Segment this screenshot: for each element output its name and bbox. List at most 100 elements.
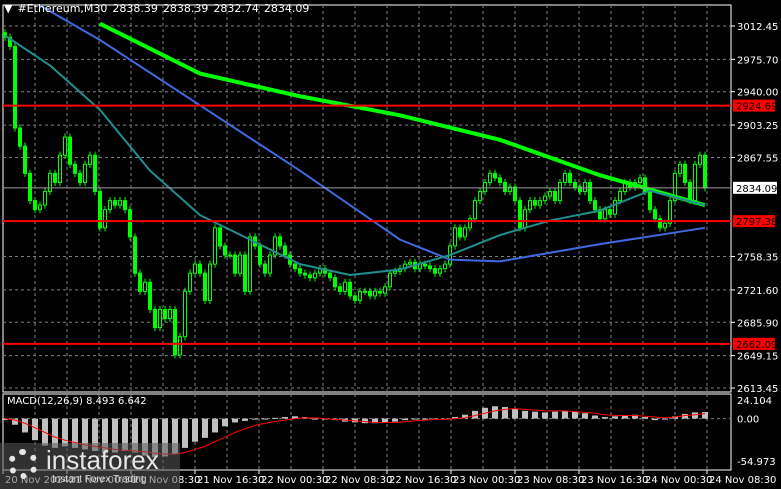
watermark-brand: instaforex (46, 445, 159, 475)
candle-bear (458, 227, 462, 238)
candle-bull (313, 272, 317, 279)
price-label: 3012.45 (737, 22, 778, 33)
macd-histogram-bar (382, 418, 388, 423)
candle-bear (338, 286, 342, 292)
candle-bear (308, 274, 312, 279)
candle-bull (388, 272, 392, 288)
candle-bear (133, 236, 137, 274)
symbol-label: #Ethereum,M30 (17, 2, 108, 15)
candle-bear (533, 200, 537, 206)
candle-bear (368, 290, 372, 297)
candle-bull (363, 290, 367, 293)
candle-bull (88, 154, 92, 165)
candle-bull (528, 200, 532, 211)
candle-bear (303, 272, 307, 276)
time-label: 23 Nov 08:30 (517, 475, 584, 486)
candle-bear (153, 308, 157, 329)
candle-bear (428, 265, 432, 270)
candle-bear (703, 154, 707, 189)
candle-bull (473, 200, 477, 220)
candle-bull (618, 191, 622, 202)
candle-bear (333, 277, 337, 288)
macd-histogram-bar (642, 417, 648, 419)
candle-bull (358, 290, 362, 301)
candle-bull (238, 254, 242, 274)
candle-bull (668, 200, 672, 224)
candle-bear (503, 181, 507, 193)
macd-histogram-bar (702, 412, 708, 419)
macd-histogram-bar (22, 418, 28, 433)
macd-histogram-bar (402, 418, 408, 421)
price-chart[interactable]: 20 Nov 202421 Nov 00:3021 Nov 08:3021 No… (0, 0, 781, 489)
macd-histogram-bar (552, 411, 558, 419)
macd-axis-label: 0.00 (737, 415, 759, 426)
candle-bull (383, 286, 387, 294)
candle-bear (233, 254, 237, 274)
candle-bear (23, 145, 27, 174)
candle-bear (223, 245, 227, 256)
candle-bull (583, 181, 587, 193)
candle-bear (278, 236, 282, 247)
candle-bull (603, 209, 607, 220)
candle-bull (373, 290, 377, 297)
price-label: 2903.25 (737, 121, 778, 132)
candle-bull (538, 200, 542, 206)
macd-histogram-bar (212, 418, 218, 433)
candle-bull (83, 163, 87, 183)
candle-bear (283, 245, 287, 256)
candle-bear (518, 200, 522, 229)
candle-bull (188, 272, 192, 292)
gear-logo-icon (8, 449, 38, 479)
candle-bear (173, 308, 177, 356)
time-label: 22 Nov 16:30 (389, 475, 456, 486)
candle-bull (213, 227, 217, 265)
candle-bull (168, 308, 172, 320)
candle-bear (378, 290, 382, 294)
candle-bull (693, 163, 697, 202)
macd-histogram-bar (412, 418, 418, 420)
macd-histogram-bar (312, 418, 318, 420)
candle-bull (38, 204, 42, 211)
high-value: 2838.39 (162, 2, 209, 15)
macd-histogram-bar (392, 418, 398, 422)
candle-bear (353, 295, 357, 301)
candle-bear (258, 245, 262, 265)
macd-histogram-bar (232, 418, 238, 423)
current-price-label: 2834.09 (736, 184, 777, 195)
macd-histogram-bar (522, 410, 528, 419)
close-value: 2834.09 (263, 2, 310, 15)
candle-bear (553, 191, 557, 202)
candle-bear (18, 127, 22, 147)
time-label: 24 Nov 08:30 (709, 475, 776, 486)
candle-bull (408, 261, 412, 265)
candle-bear (498, 177, 502, 183)
time-label: 23 Nov 16:30 (581, 475, 648, 486)
candle-bear (73, 163, 77, 174)
macd-histogram-bar (582, 413, 588, 419)
macd-histogram-bar (542, 412, 548, 419)
candle-bull (488, 172, 492, 183)
candle-bull (638, 177, 642, 183)
candle-bear (163, 308, 167, 320)
candle-bull (63, 136, 67, 156)
candle-bull (468, 218, 472, 229)
chart-header: ▼ #Ethereum,M30 2838.39 2838.39 2832.74 2834.… (4, 2, 314, 15)
candle-bull (613, 200, 617, 215)
candle-bear (198, 263, 202, 274)
candle-bear (218, 227, 222, 247)
candle-bull (178, 336, 182, 356)
candle-bull (563, 172, 567, 183)
candle-bull (543, 195, 547, 202)
candle-bear (263, 263, 267, 274)
price-label: 2649.15 (737, 352, 778, 363)
time-label: 24 Nov 00:30 (645, 475, 712, 486)
macd-histogram-bar (492, 406, 498, 419)
collapse-triangle-icon[interactable]: ▼ (4, 2, 12, 15)
macd-histogram-bar (32, 418, 38, 441)
candle-bull (228, 254, 232, 257)
candle-bull (523, 209, 527, 229)
macd-histogram-bar (222, 418, 228, 427)
watermark-tagline: Instant Forex Trading (52, 474, 147, 485)
level-price-label: 2924.69 (736, 102, 777, 113)
macd-histogram-bar (272, 417, 278, 419)
